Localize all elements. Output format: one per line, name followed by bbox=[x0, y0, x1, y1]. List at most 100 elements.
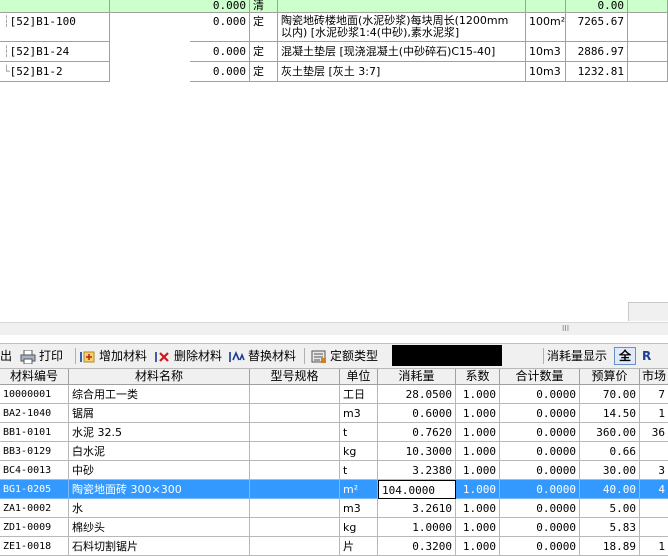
material-cell-coef[interactable]: 1.000 bbox=[456, 404, 500, 423]
material-cell-total[interactable]: 0.0000 bbox=[500, 499, 580, 518]
quota-table-empty-area[interactable] bbox=[0, 82, 668, 322]
material-cell-coef[interactable]: 1.000 bbox=[456, 537, 500, 556]
material-cell-coef[interactable]: 1.000 bbox=[456, 423, 500, 442]
pane-splitter[interactable] bbox=[0, 335, 668, 344]
material-cell-market[interactable] bbox=[640, 499, 668, 518]
quota-cell-desc[interactable]: 灰土垫层 [灰土 3:7] bbox=[278, 62, 526, 82]
quota-row[interactable]: └[52]B1-2 0.000 定 灰土垫层 [灰土 3:7] 10m3 123… bbox=[0, 62, 668, 82]
col-header-total[interactable]: 合计数量 bbox=[500, 369, 580, 384]
material-cell-unit[interactable]: 工日 bbox=[340, 385, 378, 404]
horizontal-scrollbar[interactable]: III bbox=[0, 322, 668, 335]
material-cell-qty[interactable]: 0.3200 bbox=[378, 537, 456, 556]
col-header-coef[interactable]: 系数 bbox=[456, 369, 500, 384]
material-cell-code[interactable]: BA2-1040 bbox=[0, 404, 69, 423]
material-row[interactable]: ZE1-0018 石料切割锯片 片 0.3200 1.000 0.0000 18… bbox=[0, 537, 668, 556]
print-button[interactable]: 打印 bbox=[20, 346, 63, 366]
material-cell-code[interactable]: ZA1-0002 bbox=[0, 499, 69, 518]
material-cell-coef[interactable]: 1.000 bbox=[456, 442, 500, 461]
quota-cell-unit[interactable]: 10m3 bbox=[526, 42, 566, 62]
col-header-unit[interactable]: 单位 bbox=[340, 369, 378, 384]
quota-cell-desc[interactable]: 混凝土垫层 [现浇混凝土(中砂碎石)C15-40] bbox=[278, 42, 526, 62]
quota-cell-type[interactable]: 定 bbox=[250, 62, 278, 82]
material-cell-unit[interactable]: kg bbox=[340, 518, 378, 537]
quota-row[interactable]: ┆[52]B1-24 0.000 定 混凝土垫层 [现浇混凝土(中砂碎石)C15… bbox=[0, 42, 668, 62]
material-cell-price[interactable]: 5.83 bbox=[580, 518, 640, 537]
quota-cell-price[interactable]: 7265.67 bbox=[566, 13, 628, 42]
material-row[interactable]: ZD1-0009 棉纱头 kg 1.0000 1.000 0.0000 5.83 bbox=[0, 518, 668, 537]
material-cell-price[interactable]: 30.00 bbox=[580, 461, 640, 480]
material-cell-qty[interactable]: 0.7620 bbox=[378, 423, 456, 442]
add-material-button[interactable]: 增加材料 bbox=[80, 346, 147, 366]
col-header-name[interactable]: 材料名称 bbox=[69, 369, 250, 384]
material-cell-qty[interactable]: 3.2610 bbox=[378, 499, 456, 518]
quota-cell-qty[interactable]: 0.000 bbox=[190, 62, 250, 82]
quota-cell-code[interactable]: └[52]B1-2 bbox=[0, 62, 110, 82]
quota-cell-unit[interactable]: 10m3 bbox=[526, 62, 566, 82]
material-cell-name[interactable]: 水 bbox=[69, 499, 250, 518]
material-cell-unit[interactable]: t bbox=[340, 423, 378, 442]
quota-cell-code[interactable] bbox=[0, 0, 110, 13]
delete-material-button[interactable]: 删除材料 bbox=[155, 346, 222, 366]
quota-cell-price[interactable]: 0.00 bbox=[566, 0, 628, 13]
quota-row[interactable]: ┆[52]B1-100 0.000 定 陶瓷地砖楼地面(水泥砂浆)每块周长(12… bbox=[0, 13, 668, 42]
material-cell-total[interactable]: 0.0000 bbox=[500, 461, 580, 480]
material-cell-spec[interactable] bbox=[250, 499, 340, 518]
material-cell-qty[interactable]: 10.3000 bbox=[378, 442, 456, 461]
quota-cell-extra[interactable] bbox=[628, 42, 668, 62]
material-cell-coef[interactable]: 1.000 bbox=[456, 518, 500, 537]
material-cell-name[interactable]: 综合用工一类 bbox=[69, 385, 250, 404]
material-cell-spec[interactable] bbox=[250, 461, 340, 480]
material-cell-name[interactable]: 陶瓷地面砖 300×300 bbox=[69, 480, 250, 499]
quota-cell-unit[interactable] bbox=[526, 0, 566, 13]
material-cell-unit[interactable]: kg bbox=[340, 442, 378, 461]
material-cell-code[interactable]: BG1-0205 bbox=[0, 480, 69, 499]
material-cell-unit[interactable]: t bbox=[340, 461, 378, 480]
material-cell-name[interactable]: 中砂 bbox=[69, 461, 250, 480]
col-header-spec[interactable]: 型号规格 bbox=[250, 369, 340, 384]
quota-cell-type[interactable]: 清 bbox=[250, 0, 278, 13]
material-cell-qty[interactable]: 1.0000 bbox=[378, 518, 456, 537]
quota-type-field[interactable] bbox=[392, 345, 502, 366]
quota-cell-code[interactable]: ┆[52]B1-24 bbox=[0, 42, 110, 62]
quota-cell-code[interactable]: ┆[52]B1-100 bbox=[0, 13, 110, 42]
material-row[interactable]: ZA1-0002 水 m3 3.2610 1.000 0.0000 5.00 bbox=[0, 499, 668, 518]
quota-cell-qty[interactable]: 0.000 bbox=[190, 42, 250, 62]
col-header-code[interactable]: 材料编号 bbox=[0, 369, 69, 384]
quota-type-button[interactable]: 定额类型 bbox=[311, 346, 378, 366]
material-cell-total[interactable]: 0.0000 bbox=[500, 423, 580, 442]
quota-cell-extra[interactable] bbox=[628, 13, 668, 42]
material-cell-qty[interactable]: 0.6000 bbox=[378, 404, 456, 423]
material-cell-market[interactable] bbox=[640, 442, 668, 461]
material-cell-unit[interactable]: m3 bbox=[340, 499, 378, 518]
material-cell-spec[interactable] bbox=[250, 385, 340, 404]
material-cell-market[interactable]: 1 bbox=[640, 537, 668, 556]
material-cell-unit[interactable]: m² bbox=[340, 480, 378, 499]
material-cell-market[interactable]: 36 bbox=[640, 423, 668, 442]
material-cell-coef[interactable]: 1.000 bbox=[456, 480, 500, 499]
quota-row-bill[interactable]: 0.000 清 0.00 bbox=[0, 0, 668, 13]
material-cell-total[interactable]: 0.0000 bbox=[500, 404, 580, 423]
r-toggle[interactable]: R bbox=[642, 347, 656, 365]
material-cell-market[interactable]: 1 bbox=[640, 404, 668, 423]
material-cell-name[interactable]: 锯屑 bbox=[69, 404, 250, 423]
quota-cell-extra[interactable] bbox=[628, 0, 668, 13]
material-cell-spec[interactable] bbox=[250, 442, 340, 461]
material-cell-total[interactable]: 0.0000 bbox=[500, 442, 580, 461]
material-cell-spec[interactable] bbox=[250, 423, 340, 442]
material-cell-price[interactable]: 18.89 bbox=[580, 537, 640, 556]
material-cell-code[interactable]: BC4-0013 bbox=[0, 461, 69, 480]
quota-cell-unit[interactable]: 100m² bbox=[526, 13, 566, 42]
material-cell-name[interactable]: 水泥 32.5 bbox=[69, 423, 250, 442]
quota-cell-qty[interactable]: 0.000 bbox=[190, 0, 250, 13]
material-cell-market[interactable]: 4 bbox=[640, 480, 668, 499]
material-row[interactable]: BB3-0129 白水泥 kg 10.3000 1.000 0.0000 0.6… bbox=[0, 442, 668, 461]
material-cell-name[interactable]: 棉纱头 bbox=[69, 518, 250, 537]
scroll-grip-icon[interactable]: III bbox=[562, 325, 572, 333]
material-cell-spec[interactable] bbox=[250, 404, 340, 423]
material-cell-price[interactable]: 5.00 bbox=[580, 499, 640, 518]
material-row[interactable]: BC4-0013 中砂 t 3.2380 1.000 0.0000 30.00 … bbox=[0, 461, 668, 480]
material-cell-code[interactable]: ZE1-0018 bbox=[0, 537, 69, 556]
material-cell-name[interactable]: 石料切割锯片 bbox=[69, 537, 250, 556]
material-cell-coef[interactable]: 1.000 bbox=[456, 385, 500, 404]
quota-cell-type[interactable]: 定 bbox=[250, 42, 278, 62]
